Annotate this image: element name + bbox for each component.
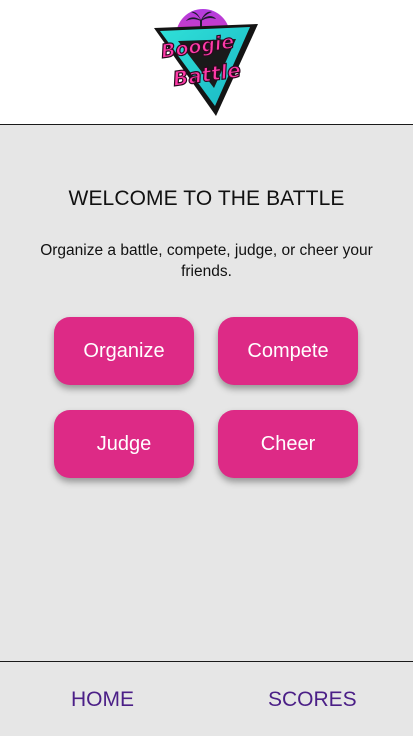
judge-button[interactable]: Judge	[54, 410, 194, 478]
organize-button[interactable]: Organize	[54, 317, 194, 385]
nav-home[interactable]: HOME	[71, 688, 134, 712]
app-header: Boogie Battle	[0, 0, 413, 125]
bottom-nav: HOME SCORES	[0, 661, 413, 736]
nav-scores[interactable]: SCORES	[268, 688, 357, 712]
page-title: WELCOME TO THE BATTLE	[68, 187, 345, 210]
cheer-button[interactable]: Cheer	[218, 410, 358, 478]
main-content: WELCOME TO THE BATTLE Organize a battle,…	[0, 125, 413, 661]
compete-button[interactable]: Compete	[218, 317, 358, 385]
welcome-description: Organize a battle, compete, judge, or ch…	[40, 242, 373, 280]
boogie-battle-logo: Boogie Battle	[154, 9, 258, 116]
